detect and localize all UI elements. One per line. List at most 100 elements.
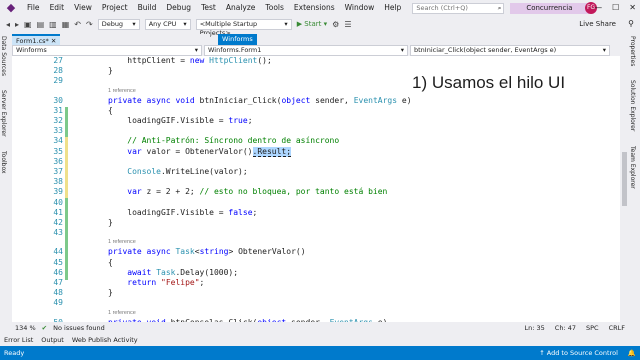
chevron-down-icon: ▾ (194, 46, 198, 54)
person-icon[interactable]: ⚲ (628, 16, 634, 32)
format-icon[interactable]: ☰ (344, 20, 351, 29)
class-dropdown[interactable]: Winforms.Form1 ▾ (204, 45, 408, 56)
code-text: // Anti-Patrón: Síncrono dentro de asínc… (127, 136, 340, 146)
annotation-overlay: 1) Usamos el hilo UI (412, 73, 566, 92)
search-box[interactable]: Search (Ctrl+Q) ⌕ (412, 2, 505, 14)
scrollbar-thumb[interactable] (622, 152, 627, 206)
chevron-down-icon: ▾ (132, 19, 136, 28)
notification-bell-icon[interactable]: 🔔 (628, 349, 636, 357)
save-all-icon[interactable]: ▦ (62, 20, 70, 29)
save-icon[interactable]: ▥ (49, 20, 57, 29)
zoom-level[interactable]: 134 % (15, 324, 36, 332)
status-ready: Ready (4, 349, 25, 357)
undo-icon[interactable]: ↶ (74, 20, 81, 29)
forward-icon[interactable]: ▸ (15, 20, 19, 29)
menu-analyze[interactable]: Analyze (221, 0, 261, 16)
toolbox-tab[interactable]: Toolbox (0, 147, 7, 178)
add-to-source-control-button[interactable]: ↑ Add to Source Control (539, 349, 618, 357)
redo-icon[interactable]: ↷ (86, 20, 93, 29)
menu-project[interactable]: Project (97, 0, 133, 16)
code-line[interactable]: 45 { (12, 258, 620, 268)
code-text: Console.WriteLine(valor); (127, 167, 248, 176)
line-number: 33 (53, 126, 63, 136)
code-text: private async void btnIniciar_Click(obje… (108, 95, 412, 105)
line-number: 31 (53, 105, 63, 115)
chevron-down-icon: ▾ (602, 46, 606, 54)
code-line[interactable]: 49 (12, 298, 620, 308)
tab-form1[interactable]: Form1.cs* ✕ (12, 34, 61, 45)
solution-name: Concurrencia (510, 2, 589, 14)
code-editor[interactable]: 27 httpClient = new HttpClient(); 28} 29 1 … (12, 56, 620, 322)
vertical-scrollbar[interactable] (620, 56, 629, 322)
code-line[interactable]: 46 await Task.Delay(1000); (12, 268, 620, 278)
bottom-panel-tabs: Error List Output Web Publish Activity (0, 334, 640, 346)
line-number: 37 (53, 167, 63, 176)
startup-project-select[interactable]: <Multiple Startup Projects> ▾ (195, 18, 292, 37)
code-line[interactable]: 43 (12, 228, 620, 238)
code-line[interactable]: 44 private async Task<string> ObtenerValo… (12, 247, 620, 257)
tab-winforms[interactable]: Winforms (218, 34, 257, 45)
properties-tab[interactable]: Properties (629, 32, 636, 70)
back-icon[interactable]: ◂ (6, 20, 10, 29)
tab-web-publish-activity[interactable]: Web Publish Activity (72, 334, 138, 346)
code-line[interactable]: 39 var z = 2 + 2; // esto no bloquea, po… (12, 187, 620, 197)
code-line[interactable]: 47 return "Felipe"; (12, 278, 620, 288)
member-dropdown[interactable]: btnIniciar_Click(object sender, EventArg… (410, 45, 610, 56)
code-line[interactable]: 31 { (12, 106, 620, 116)
solution-explorer-tab[interactable]: Solution Explorer (629, 76, 636, 135)
menu-edit[interactable]: Edit (45, 0, 70, 16)
menu-test[interactable]: Test (196, 0, 221, 16)
start-button[interactable]: ▶ Start ▾ (297, 20, 327, 28)
issues-status[interactable]: No issues found (53, 324, 105, 332)
line-number: 46 (53, 267, 63, 277)
tab-error-list[interactable]: Error List (4, 334, 33, 346)
menu-window[interactable]: Window (340, 0, 380, 16)
code-line[interactable]: 40 (12, 198, 620, 208)
tool-icon[interactable]: ⚙ (332, 20, 339, 29)
code-line[interactable]: 33 (12, 126, 620, 136)
reference-codelens[interactable]: 1 reference (108, 310, 136, 316)
reference-codelens[interactable]: 1 reference (108, 88, 136, 94)
platform-select[interactable]: Any CPU ▾ (144, 18, 191, 30)
team-explorer-tab[interactable]: Team Explorer (629, 142, 636, 193)
code-line[interactable]: 27 httpClient = new HttpClient(); (12, 56, 620, 66)
line-number: 27 (53, 56, 63, 65)
code-line[interactable]: 48} (12, 288, 620, 298)
column-position: Ch: 47 (554, 323, 576, 332)
code-line[interactable]: 32 loadingGIF.Visible = true; (12, 116, 620, 126)
reference-codelens[interactable]: 1 reference (108, 239, 136, 245)
menu-tools[interactable]: Tools (260, 0, 288, 16)
startup-project-value: <Multiple Startup Projects> (199, 19, 258, 37)
minimize-button[interactable]: — (594, 0, 602, 16)
code-line[interactable]: 41 loadingGIF.Visible = false; (12, 208, 620, 218)
server-explorer-tab[interactable]: Server Explorer (0, 86, 7, 141)
new-item-icon[interactable]: ▣ (24, 20, 32, 29)
menu-file[interactable]: File (22, 0, 45, 16)
code-line[interactable]: 30 private async void btnIniciar_Click(ob… (12, 96, 620, 106)
open-icon[interactable]: ▤ (37, 20, 45, 29)
menu-view[interactable]: View (69, 0, 97, 16)
maximize-button[interactable]: ☐ (612, 0, 619, 16)
platform-value: Any CPU (148, 19, 177, 28)
code-text: var z = 2 + 2; // esto no bloquea, por t… (127, 187, 388, 197)
menu-debug[interactable]: Debug (161, 0, 196, 16)
menu-build[interactable]: Build (133, 0, 162, 16)
code-line[interactable]: 42} (12, 218, 620, 228)
line-number: 38 (53, 177, 63, 187)
close-button[interactable]: ✕ (629, 0, 636, 16)
tab-output[interactable]: Output (41, 334, 64, 346)
code-line[interactable]: 38 (12, 177, 620, 187)
menu-extensions[interactable]: Extensions (289, 0, 340, 16)
live-share-button[interactable]: Live Share (579, 16, 616, 32)
project-dropdown[interactable]: Winforms ▾ (12, 45, 202, 56)
configuration-select[interactable]: Debug ▾ (97, 18, 140, 30)
data-sources-tab[interactable]: Data Sources (0, 32, 7, 80)
tab-label: Form1.cs* (16, 37, 49, 45)
code-line[interactable]: 37 Console.WriteLine(valor); (12, 167, 620, 177)
menu-help[interactable]: Help (379, 0, 406, 16)
code-line[interactable]: 36 (12, 157, 620, 167)
code-text: loadingGIF.Visible = false; (108, 207, 258, 217)
close-icon[interactable]: ✕ (51, 37, 56, 45)
code-line[interactable]: 34 // Anti-Patrón: Síncrono dentro de as… (12, 136, 620, 146)
code-line[interactable]: 35 var valor = ObtenerValor().Result; (12, 146, 620, 157)
